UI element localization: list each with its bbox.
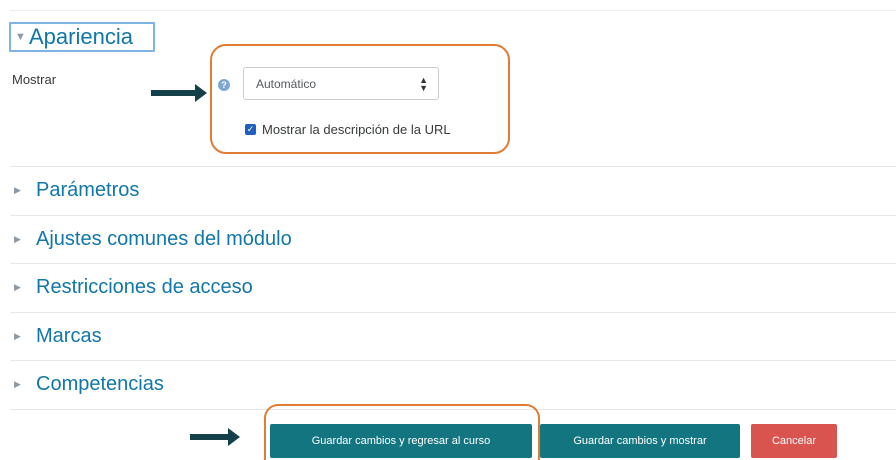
- section-header-marcas[interactable]: ▶ Marcas: [10, 312, 896, 360]
- show-description-checkbox[interactable]: ✓: [245, 124, 256, 135]
- caret-right-icon: ▶: [14, 185, 21, 195]
- section-title: Restricciones de acceso: [36, 276, 253, 298]
- help-icon[interactable]: ?: [218, 79, 230, 91]
- save-and-display-button[interactable]: Guardar cambios y mostrar: [540, 424, 740, 458]
- display-select-value: Automático: [256, 76, 317, 91]
- section-title: Ajustes comunes del módulo: [36, 228, 292, 250]
- section-header-parametros[interactable]: ▶ Parámetros: [10, 166, 896, 214]
- section-header-apariencia[interactable]: ▼ Apariencia: [9, 22, 155, 52]
- section-title: Competencias: [36, 373, 164, 395]
- show-description-row: ✓ Mostrar la descripción de la URL: [245, 122, 451, 137]
- caret-right-icon: ▶: [14, 282, 21, 292]
- section-header-ajustes-comunes[interactable]: ▶ Ajustes comunes del módulo: [10, 215, 896, 263]
- annotation-arrow-icon: [151, 84, 207, 102]
- caret-right-icon: ▶: [14, 331, 21, 341]
- section-title: Marcas: [36, 325, 102, 347]
- section-title: Parámetros: [36, 179, 140, 201]
- display-select[interactable]: Automático ▲ ▼: [243, 67, 439, 100]
- annotation-arrow-icon: [190, 428, 240, 446]
- show-description-label[interactable]: Mostrar la descripción de la URL: [262, 122, 451, 137]
- caret-right-icon: ▶: [14, 379, 21, 389]
- save-and-return-button[interactable]: Guardar cambios y regresar al curso: [270, 424, 532, 458]
- section-header-restricciones[interactable]: ▶ Restricciones de acceso: [10, 263, 896, 311]
- caret-down-icon: ▼: [15, 31, 26, 43]
- cancel-button[interactable]: Cancelar: [751, 424, 837, 458]
- section-title: Apariencia: [29, 24, 133, 49]
- caret-right-icon: ▶: [14, 234, 21, 244]
- mostrar-label: Mostrar: [12, 72, 57, 87]
- select-arrows-icon: ▲ ▼: [419, 74, 428, 93]
- top-divider: [10, 10, 896, 11]
- section-header-competencias[interactable]: ▶ Competencias: [10, 360, 896, 408]
